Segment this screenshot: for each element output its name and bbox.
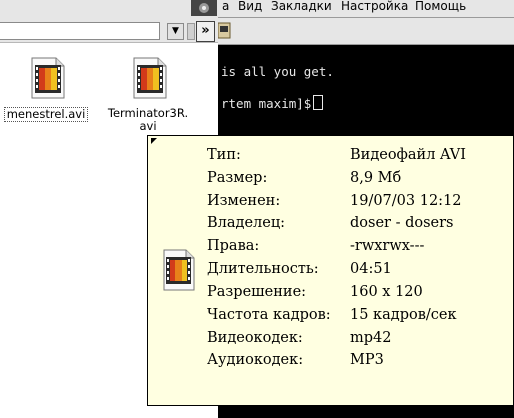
file-info-tooltip: Тип: Видеофайл AVI Размер: 8,9 Мб Измене… [147,135,514,406]
terminal-prompt-line[interactable]: rtem maxim]$ [221,95,324,111]
property-label: Видеокодек: [207,330,303,346]
toolbar-separator [187,23,195,40]
menu-item-view[interactable]: Вид [238,0,262,13]
terminal-output-line: is all you get. [221,64,334,79]
location-input[interactable] [0,22,160,40]
property-value: 160 x 120 [350,284,423,300]
property-value: 15 кадров/сек [350,307,457,323]
menu-bar: а Вид Закладки Настройка Помощь [218,0,514,18]
menu-item-bookmarks[interactable]: Закладки [271,0,332,13]
video-file-icon[interactable] [30,56,66,100]
property-label: Длительность: [207,261,319,277]
menu-item-session[interactable]: а [222,0,229,13]
menu-item-settings[interactable]: Настройка [341,0,408,13]
property-value: 8,9 Мб [350,170,402,186]
location-dropdown-button[interactable]: ▼ [167,23,184,40]
toolbar-more-button[interactable]: » [196,21,215,42]
property-value: doser - dosers [350,215,454,231]
property-value: 04:51 [350,261,392,277]
video-file-icon [163,249,195,291]
video-file-icon[interactable] [132,56,168,100]
property-label: Тип: [207,147,241,163]
terminal-prompt-text: rtem maxim]$ [221,96,312,111]
property-label: Аудиокодек: [207,352,304,368]
location-toolbar: ▼ » [0,0,218,43]
property-label: Частота кадров: [207,307,331,323]
property-value: -rwxrwx--- [350,238,425,254]
property-label: Разрешение: [207,284,307,300]
terminal-cursor [313,95,324,110]
property-value: mp42 [350,330,392,346]
terminal-tab-icon[interactable] [218,22,232,40]
property-label: Размер: [207,170,268,186]
property-value: MP3 [350,352,384,368]
file-name-label[interactable]: Terminator3R. avi [100,107,196,133]
file-name-label[interactable]: menestrel.avi [4,107,88,122]
property-value: Видеофайл AVI [350,147,466,163]
property-label: Права: [207,238,260,254]
menu-item-help[interactable]: Помощь [415,0,466,13]
property-label: Изменен: [207,193,281,209]
app-logo-icon [191,0,217,16]
terminal-tab-bar [218,18,514,45]
tooltip-corner-marker [151,138,157,144]
property-label: Владелец: [207,215,286,231]
file-name-line: avi [139,119,157,133]
property-value: 19/07/03 12:12 [350,193,462,209]
